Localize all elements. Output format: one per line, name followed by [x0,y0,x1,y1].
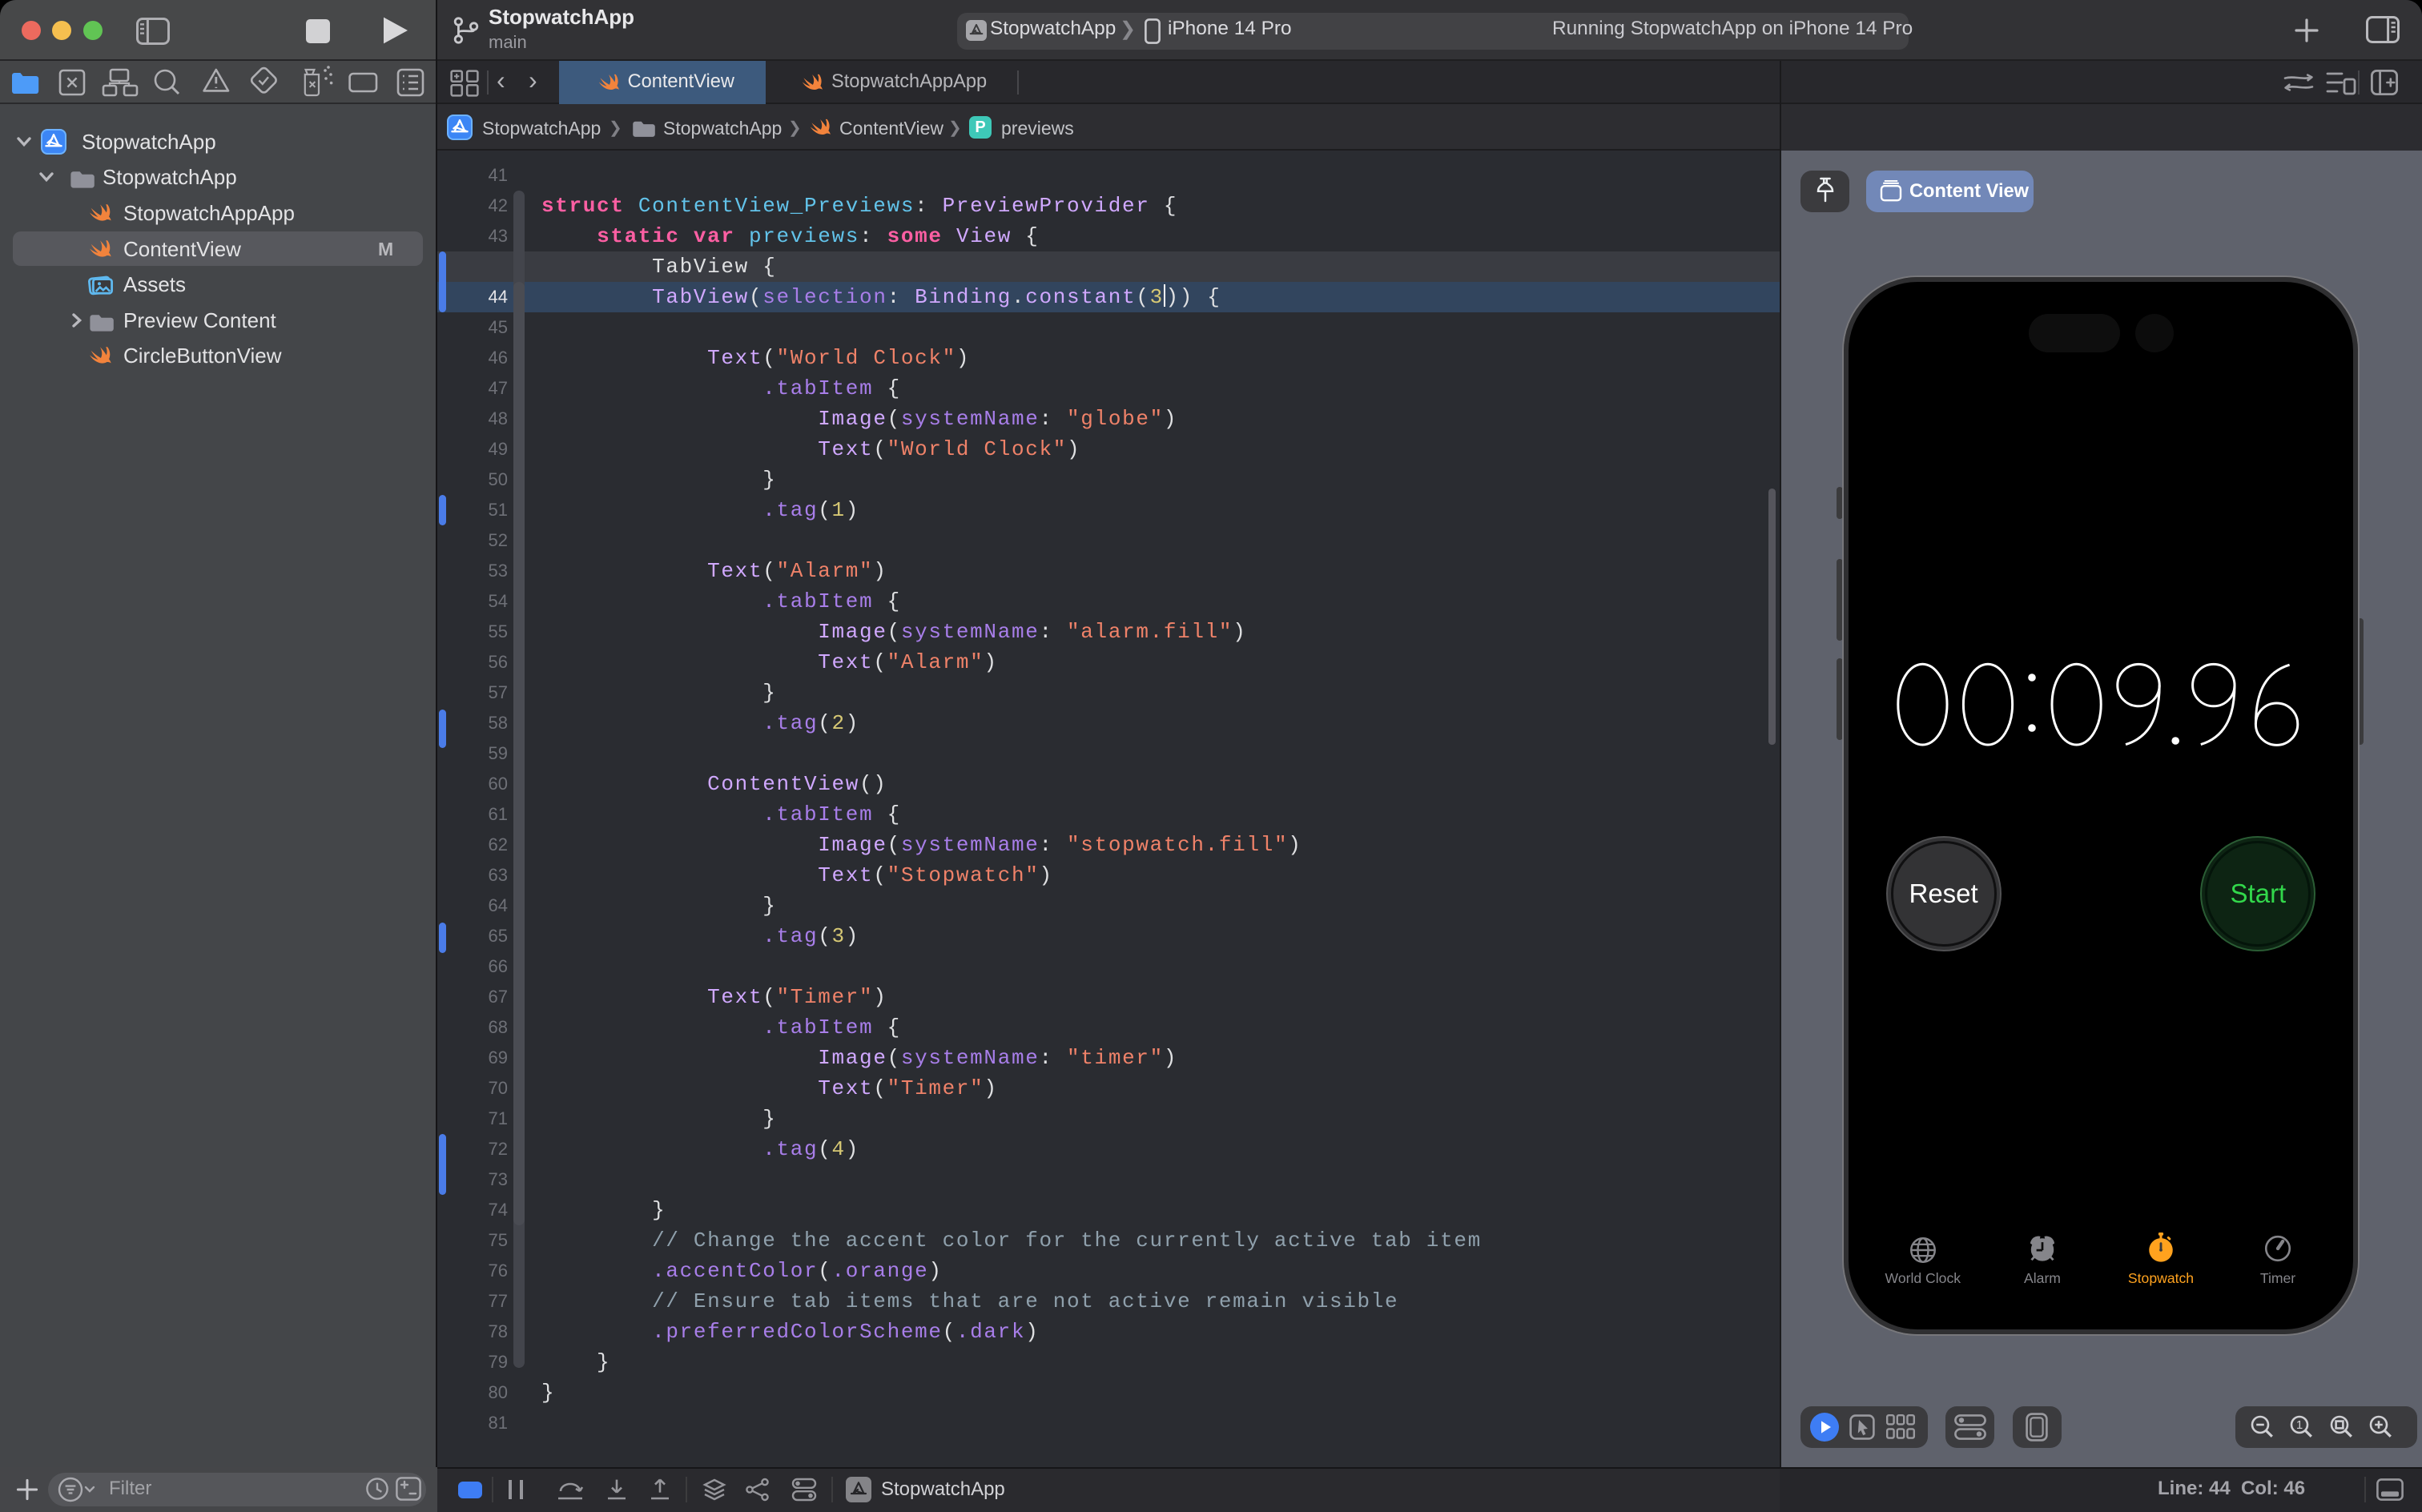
svg-text:1: 1 [2296,1418,2303,1432]
